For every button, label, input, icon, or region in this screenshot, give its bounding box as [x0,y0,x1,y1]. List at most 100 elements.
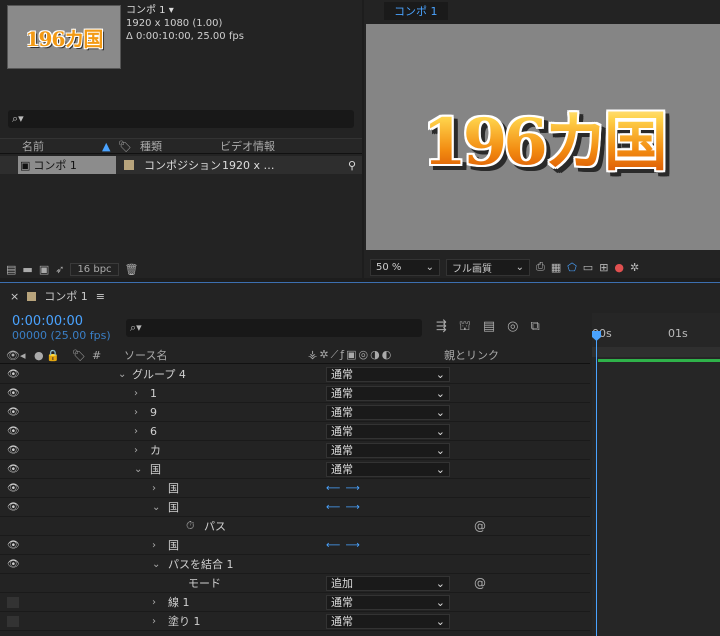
eye-icon[interactable]: 👁 [7,407,20,418]
chevron-right-icon[interactable]: › [134,407,138,418]
chevron-right-icon[interactable]: › [134,426,138,437]
layer-row[interactable]: 👁 › 6 通常 ⌄ [0,422,590,441]
column-name[interactable]: 名前 [22,138,102,154]
eye-icon[interactable]: 👁 [7,502,20,513]
time-ruler[interactable]: 00s 01s [592,319,720,345]
visibility-toggle[interactable] [7,615,19,627]
motion-blur-icon[interactable]: ◎ [507,319,518,336]
layer-row[interactable]: 👁 › 9 通常 ⌄ [0,403,590,422]
column-source-name[interactable]: ソース名 [124,347,308,363]
column-type[interactable]: 種類 [140,138,220,154]
current-time-display[interactable]: 0:00:00:00 00000 (25.00 fps) [12,315,111,343]
chevron-right-icon[interactable]: › [134,388,138,399]
layer-name[interactable]: モード [188,575,221,591]
viewer-canvas[interactable]: 196カ国 [366,24,720,250]
mask-path-icon[interactable]: ⬠ [567,261,577,274]
blend-mode-select[interactable]: 通常 ⌄ [326,385,450,401]
layer-name[interactable]: パスを結合 1 [168,556,234,572]
blend-mode-select[interactable]: 通常 ⌄ [326,366,450,382]
stopwatch-icon[interactable]: ⏱ [186,519,195,533]
chevron-right-icon[interactable]: › [152,540,156,551]
chevron-down-icon[interactable]: ⌄ [118,369,126,380]
layer-name[interactable]: 6 [150,425,157,438]
path-direction-icon[interactable]: ⟵ ⟶ [326,540,361,551]
layer-name[interactable]: 線 1 [168,594,190,610]
chevron-right-icon[interactable]: › [152,616,156,627]
frame-blending-icon[interactable]: ▤ [483,319,495,336]
layer-row[interactable]: 👁 › 1 通常 ⌄ [0,384,590,403]
pick-whip-icon[interactable]: @ [474,519,486,533]
chevron-right-icon[interactable]: › [152,597,156,608]
eye-icon[interactable]: 👁 [7,540,20,551]
layer-name[interactable]: 9 [150,406,157,419]
interpret-footage-icon[interactable]: ▤ [6,263,16,276]
region-of-interest-icon[interactable]: ▭ [583,261,593,274]
viewer-tab[interactable]: コンポ 1 [384,2,448,20]
project-item-row[interactable]: ▣ コンポ 1 コンポジション 1920 x … ⚲ [0,156,362,174]
time-graph[interactable]: 00s 01s [592,313,720,636]
project-item-name[interactable]: ▣ コンポ 1 [18,156,116,174]
panel-menu-icon[interactable]: ≡ [96,290,105,303]
blend-mode-select[interactable]: 通常 ⌄ [326,461,450,477]
layer-row[interactable]: 👁 ⌄ 国 通常 ⌄ [0,460,590,479]
snapshot-icon[interactable]: ⎙ [536,260,545,274]
layer-name[interactable]: 国 [168,499,179,515]
eye-icon[interactable]: 👁 [7,369,20,380]
shy-layers-icon[interactable]: ⛫ [459,319,471,336]
playhead-line[interactable] [596,335,597,636]
layer-row[interactable]: ⏱ パス @ [0,517,590,536]
bit-depth-button[interactable]: 16 bpc [70,262,119,276]
comp-flowchart-icon[interactable]: ⇶ [436,319,447,336]
eye-icon[interactable]: 👁 [7,445,20,456]
chevron-down-icon[interactable]: ⌄ [134,464,142,475]
chevron-down-icon[interactable]: ⌄ [152,559,160,570]
guides-icon[interactable]: ⊞ [599,261,608,274]
layer-name[interactable]: 1 [150,387,157,400]
new-comp-icon[interactable]: ▣ [39,263,49,276]
color-channel-icon[interactable]: ● [614,261,624,274]
layer-row[interactable]: 👁 ⌄ グループ 4 通常 ⌄ [0,365,590,384]
close-icon[interactable]: × [10,290,19,303]
eye-icon[interactable]: 👁 [7,388,20,399]
layer-row[interactable]: モード 追加 ⌄ @ [0,574,590,593]
work-area-bar[interactable] [592,347,720,357]
blend-mode-select[interactable]: 通常 ⌄ [326,594,450,610]
eye-icon[interactable]: 👁 [7,483,20,494]
layer-row[interactable]: › 塗り 1 通常 ⌄ [0,612,590,631]
blend-mode-select[interactable]: 通常 ⌄ [326,442,450,458]
pick-whip-icon[interactable]: @ [474,576,486,590]
sort-arrow-icon[interactable]: ▲ [102,140,118,153]
resolution-select[interactable]: フル画質 ⌄ [446,258,530,276]
visibility-toggle[interactable] [7,596,19,608]
chevron-down-icon[interactable]: ⌄ [152,502,160,513]
chevron-right-icon[interactable]: › [134,445,138,456]
layer-row[interactable]: 👁 › カ 通常 ⌄ [0,441,590,460]
timeline-tab[interactable]: コンポ 1 [44,288,88,304]
layer-name[interactable]: パス [204,518,226,534]
layer-name[interactable]: 国 [168,537,179,553]
eye-icon[interactable]: 👁 [7,426,20,437]
eye-icon[interactable]: 👁 [7,464,20,475]
trash-icon[interactable]: 🗑 [125,263,139,276]
flowchart-icon[interactable]: ⚲ [348,159,356,172]
blend-mode-select[interactable]: 追加 ⌄ [326,575,450,591]
layer-name[interactable]: 国 [150,461,161,477]
layer-row[interactable]: › 線 1 通常 ⌄ [0,593,590,612]
layer-row[interactable]: 👁 › 国 ⟵ ⟶ [0,479,590,498]
blend-mode-select[interactable]: 通常 ⌄ [326,404,450,420]
eye-icon[interactable]: 👁 [7,559,20,570]
layer-name[interactable]: 塗り 1 [168,613,201,629]
column-video-info[interactable]: ビデオ情報 [220,138,275,154]
graph-editor-icon[interactable]: ⧉ [531,319,540,336]
layer-name[interactable]: グループ 4 [132,366,186,382]
exposure-icon[interactable]: ✲ [630,261,639,274]
layer-name[interactable]: カ [150,442,161,458]
path-direction-icon[interactable]: ⟵ ⟶ [326,502,361,513]
blend-mode-select[interactable]: 通常 ⌄ [326,613,450,629]
transparency-grid-icon[interactable]: ▦ [551,261,561,274]
blend-mode-select[interactable]: 通常 ⌄ [326,423,450,439]
column-parent-link[interactable]: 親とリンク [444,347,499,363]
render-queue-icon[interactable]: ➶ [55,263,64,276]
label-color-swatch[interactable] [124,160,134,170]
new-folder-icon[interactable]: ▬ [22,263,32,276]
